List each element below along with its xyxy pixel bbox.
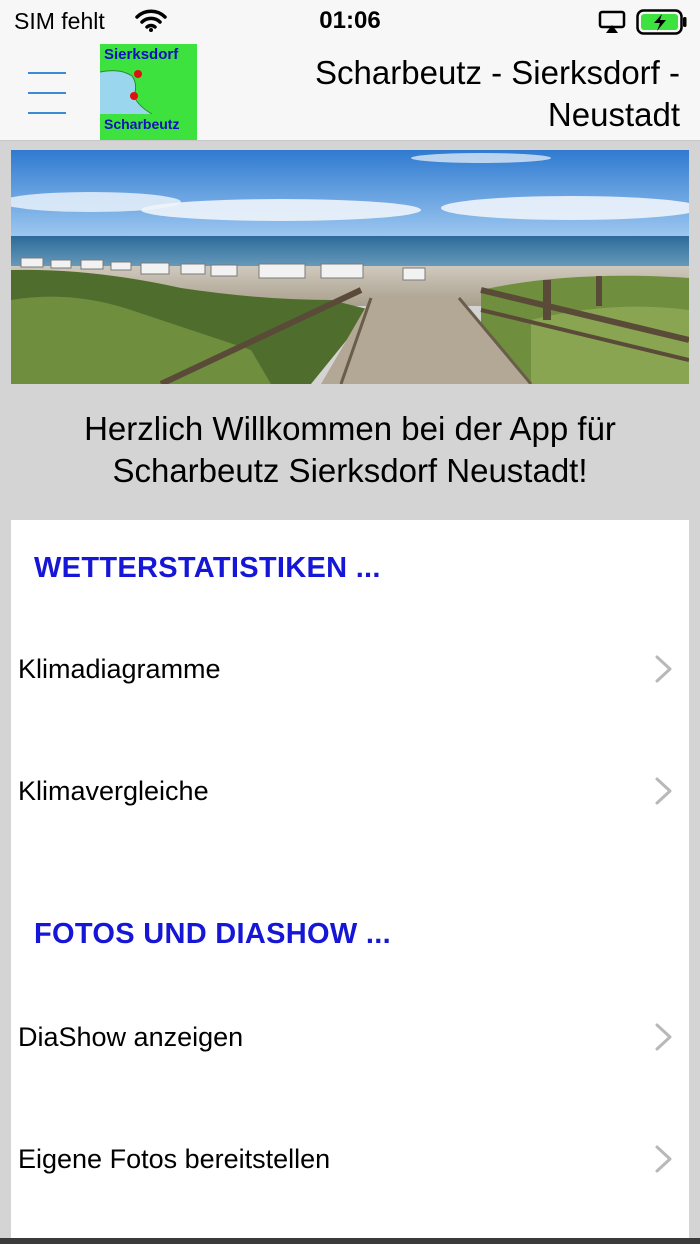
app-header: Sierksdorf Scharbeutz Scharbeutz - Sierk… — [0, 44, 700, 141]
list-item-diashow-anzeigen[interactable]: DiaShow anzeigen — [11, 976, 689, 1098]
welcome-message: Herzlich Willkommen bei der App für Scha… — [84, 410, 616, 489]
airplay-icon — [598, 10, 626, 33]
menu-list: WETTERSTATISTIKEN ... Klimadiagramme Kli… — [11, 520, 689, 1244]
status-bar: SIM fehlt 01:06 — [0, 0, 700, 44]
logo-text-sierksdorf: Sierksdorf — [104, 46, 179, 63]
beach-hero-image — [11, 150, 689, 384]
app-logo: Sierksdorf Scharbeutz — [100, 44, 197, 140]
list-item-label: DiaShow anzeigen — [18, 1022, 244, 1052]
list-item-klimadiagramme[interactable]: Klimadiagramme — [11, 608, 689, 730]
list-item-label: Eigene Fotos bereitstellen — [18, 1144, 331, 1174]
menu-bar-icon — [28, 92, 66, 94]
chevron-right-icon — [655, 655, 672, 683]
hamburger-menu-button[interactable] — [22, 68, 72, 118]
chevron-right-icon — [655, 1145, 672, 1173]
coastline-map-icon — [100, 66, 197, 114]
clock: 01:06 — [319, 7, 381, 34]
menu-bar-icon — [28, 112, 66, 114]
chevron-right-icon — [655, 777, 672, 805]
list-item-label: Klimavergleiche — [18, 776, 209, 806]
section-header-weather-statistics: WETTERSTATISTIKEN ... — [34, 552, 381, 584]
section-header-photos-slideshow: FOTOS UND DIASHOW ... — [34, 918, 391, 950]
page-title: Scharbeutz - Sierksdorf - Neustadt — [315, 54, 680, 133]
battery-icon — [636, 9, 687, 35]
list-item-label: Klimadiagramme — [18, 654, 221, 684]
menu-bar-icon — [28, 72, 66, 74]
bottom-edge — [0, 1238, 700, 1244]
list-item-klimavergleiche[interactable]: Klimavergleiche — [11, 730, 689, 852]
logo-text-scharbeutz: Scharbeutz — [104, 116, 180, 132]
list-item-eigene-fotos-bereitstellen[interactable]: Eigene Fotos bereitstellen — [11, 1098, 689, 1220]
chevron-right-icon — [655, 1023, 672, 1051]
